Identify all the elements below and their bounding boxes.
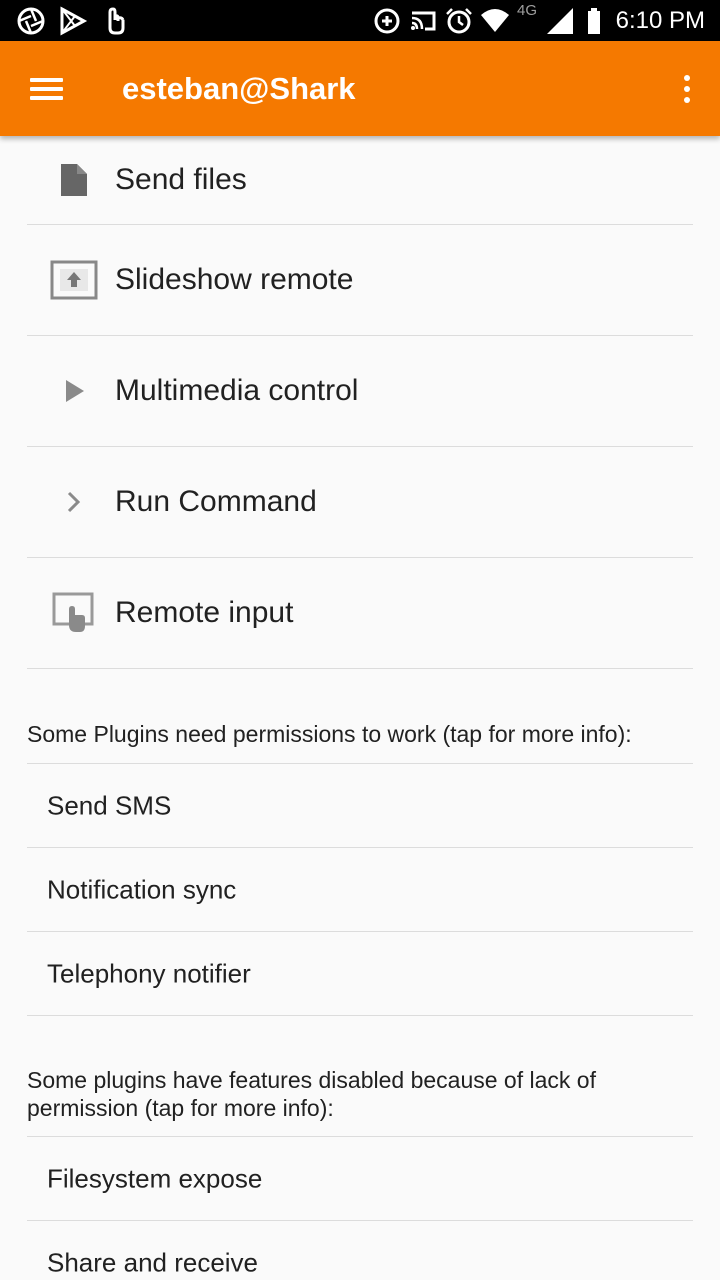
plugin-label: Send files — [115, 163, 247, 196]
disabled-item-share-and-receive[interactable]: Share and receive — [27, 1221, 693, 1280]
disabled-item-label: Filesystem expose — [47, 1163, 263, 1193]
signal-icon — [547, 8, 573, 34]
permission-item-send-sms[interactable]: Send SMS — [27, 764, 693, 848]
permission-item-label: Telephony notifier — [47, 958, 251, 988]
permission-item-notification-sync[interactable]: Notification sync — [27, 848, 693, 932]
disabled-features-section-header[interactable]: Some plugins have features disabled beca… — [27, 1016, 693, 1137]
network-type: 4G — [517, 2, 538, 19]
data-saver-icon — [374, 8, 400, 34]
wifi-icon — [481, 9, 509, 32]
plugin-item-remote-input[interactable]: Remote input — [27, 558, 693, 669]
chevron-right-icon — [49, 479, 99, 525]
alarm-icon — [446, 8, 472, 34]
battery-icon — [588, 8, 600, 34]
plugin-item-slideshow-remote[interactable]: Slideshow remote — [27, 225, 693, 336]
plugin-label: Slideshow remote — [115, 263, 354, 296]
plugin-label: Remote input — [115, 596, 294, 629]
permission-item-label: Notification sync — [47, 874, 237, 904]
hamburger-menu-icon[interactable] — [20, 66, 74, 112]
status-time: 6:10 PM — [615, 7, 705, 34]
device-title: esteban@Shark — [122, 71, 356, 106]
plugin-list: Send files Slideshow remote Multimedia c… — [27, 136, 693, 1280]
cast-icon — [411, 11, 436, 31]
status-bar: 4G 6:10 PM — [0, 0, 720, 41]
file-icon — [49, 157, 99, 203]
slideshow-icon — [49, 257, 99, 303]
plugin-item-run-command[interactable]: Run Command — [27, 447, 693, 558]
play-store-icon — [60, 6, 88, 36]
plugin-item-send-files[interactable]: Send files — [27, 136, 693, 225]
touchpad-icon — [49, 590, 99, 636]
touch-icon — [108, 7, 125, 35]
plugin-label: Multimedia control — [115, 374, 359, 407]
more-vert-icon[interactable] — [674, 69, 700, 109]
play-icon — [49, 368, 99, 414]
disabled-item-label: Share and receive — [47, 1247, 259, 1277]
app-bar: esteban@Shark — [0, 41, 720, 136]
disabled-item-filesystem-expose[interactable]: Filesystem expose — [27, 1137, 693, 1221]
plugin-label: Run Command — [115, 485, 317, 518]
aperture-icon — [17, 7, 45, 35]
permission-item-telephony-notifier[interactable]: Telephony notifier — [27, 932, 693, 1016]
plugin-item-multimedia-control[interactable]: Multimedia control — [27, 336, 693, 447]
permission-item-label: Send SMS — [47, 790, 172, 820]
permissions-section-header[interactable]: Some Plugins need permissions to work (t… — [27, 669, 693, 764]
